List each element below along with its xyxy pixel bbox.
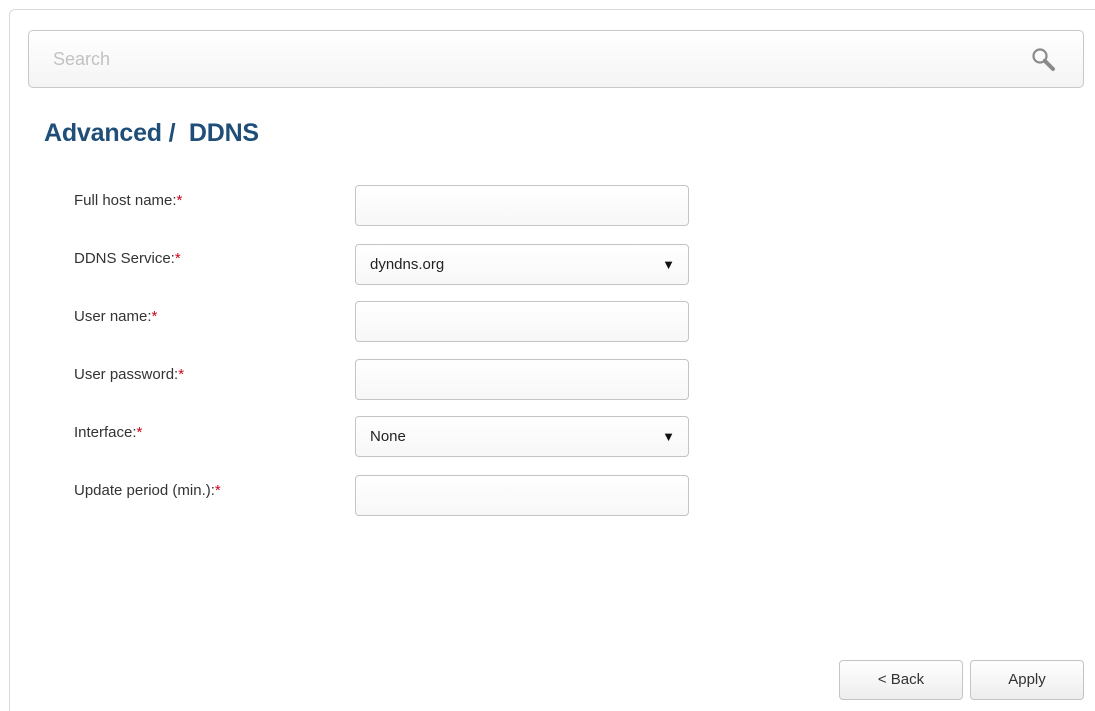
page-title: Advanced / DDNS	[44, 119, 259, 147]
search-input[interactable]	[29, 31, 1009, 87]
interface-value: None	[370, 428, 406, 445]
required-marker: *	[136, 424, 143, 441]
search-bar	[28, 30, 1084, 88]
user-password-field[interactable]	[355, 359, 689, 400]
ddns-service-select[interactable]: dyndns.org ▼	[355, 244, 689, 285]
update-period-label: Update period (min.):*	[74, 482, 221, 499]
ddns-service-value: dyndns.org	[370, 256, 445, 273]
update-period-field[interactable]	[355, 475, 689, 516]
user-password-input[interactable]	[356, 360, 688, 399]
required-marker: *	[176, 192, 183, 209]
user-name-label: User name:*	[74, 308, 158, 325]
full-host-name-input[interactable]	[356, 186, 688, 225]
back-button[interactable]: < Back	[839, 660, 963, 700]
update-period-input[interactable]	[356, 476, 688, 515]
interface-select[interactable]: None ▼	[355, 416, 689, 457]
full-host-name-field[interactable]	[355, 185, 689, 226]
required-marker: *	[174, 250, 181, 267]
user-password-label: User password:*	[74, 366, 185, 383]
apply-button[interactable]: Apply	[970, 660, 1084, 700]
required-marker: *	[178, 366, 185, 383]
dropdown-arrow-icon: ▼	[662, 257, 675, 272]
search-icon[interactable]	[1029, 45, 1059, 75]
user-name-input[interactable]	[356, 302, 688, 341]
required-marker: *	[151, 308, 158, 325]
full-host-name-label: Full host name:*	[74, 192, 183, 209]
user-name-field[interactable]	[355, 301, 689, 342]
required-marker: *	[214, 482, 221, 499]
interface-label: Interface:*	[74, 424, 143, 441]
ddns-service-label: DDNS Service:*	[74, 250, 181, 267]
dropdown-arrow-icon: ▼	[662, 429, 675, 444]
